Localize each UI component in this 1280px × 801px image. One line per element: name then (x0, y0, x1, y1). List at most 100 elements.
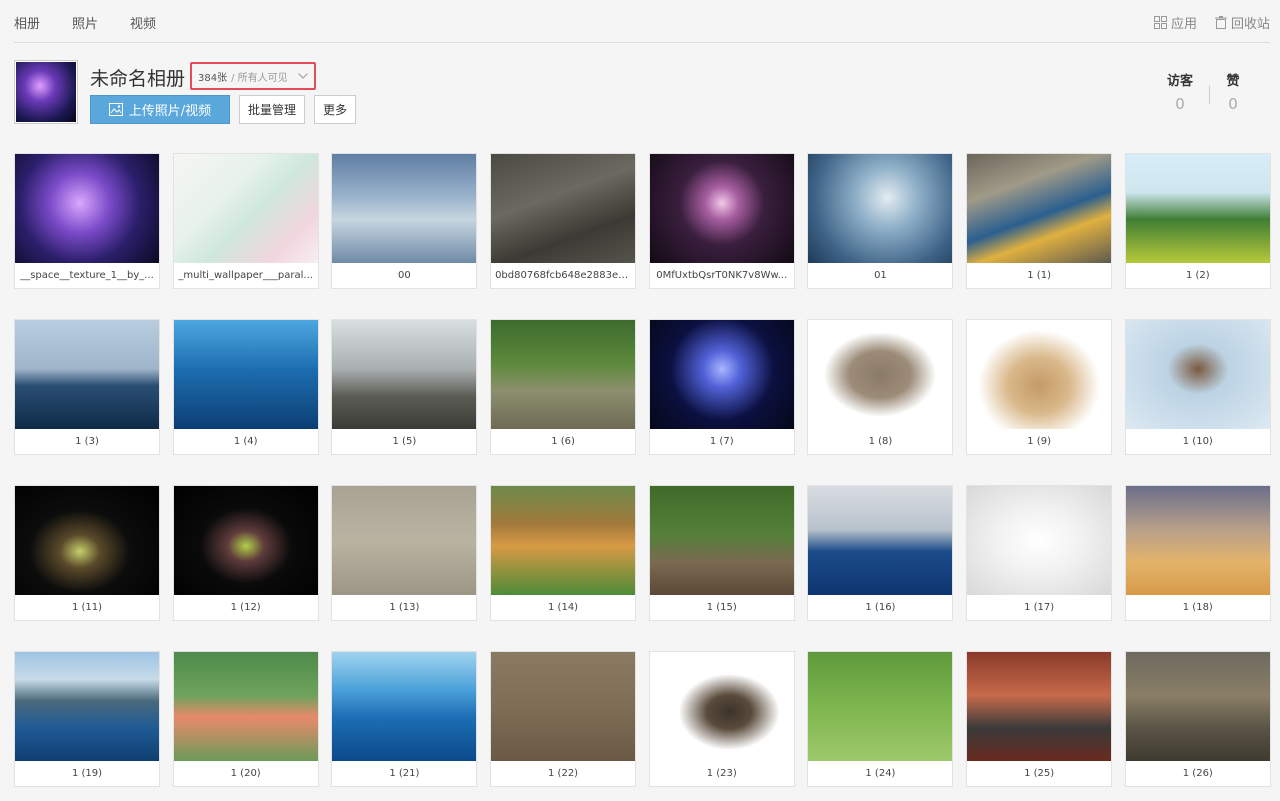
photo-thumbnail[interactable] (15, 154, 159, 263)
apps-button[interactable]: 应用 (1153, 13, 1197, 32)
more-button[interactable]: 更多 (314, 95, 356, 124)
album-header: 未命名相册 384张 / 所有人可见 上传照片/视频 批量管理 更多 访客 0 … (14, 60, 1270, 128)
photo-card[interactable]: 1 (23) (648, 651, 795, 787)
photo-caption: 1 (14) (548, 602, 579, 613)
upload-button[interactable]: 上传照片/视频 (90, 95, 230, 124)
photo-thumbnail[interactable] (332, 320, 477, 429)
photo-caption: 1 (24) (865, 768, 896, 779)
photo-caption: 1 (15) (706, 602, 737, 613)
photo-card[interactable]: 1 (12) (172, 485, 319, 621)
photo-thumbnail[interactable] (967, 652, 1112, 761)
nav-tabs: 相册 照片 视频 (14, 13, 188, 32)
photo-thumbnail[interactable] (332, 652, 477, 761)
photo-thumbnail[interactable] (649, 320, 794, 429)
photo-thumbnail[interactable] (1125, 652, 1270, 761)
photo-thumbnail[interactable] (967, 320, 1112, 429)
photo-card[interactable]: 1 (16) (807, 485, 954, 621)
tab-albums[interactable]: 相册 (14, 13, 40, 32)
photo-card[interactable]: _multi_wallpaper___paral... (172, 153, 319, 289)
photo-thumbnail[interactable] (332, 486, 477, 595)
visibility-label: / 所有人可见 (231, 72, 288, 84)
photo-card[interactable]: 1 (14) (490, 485, 637, 621)
photo-card[interactable]: __space__texture_1__by_... (14, 153, 160, 289)
photo-card[interactable]: 1 (18) (1124, 485, 1271, 621)
photo-caption: 1 (23) (706, 768, 737, 779)
photo-thumbnail[interactable] (1125, 486, 1270, 595)
tab-videos[interactable]: 视频 (130, 13, 156, 32)
photo-thumbnail[interactable] (808, 486, 953, 595)
photo-card[interactable]: 1 (25) (966, 651, 1113, 787)
photo-thumbnail[interactable] (649, 154, 794, 263)
photo-thumbnail[interactable] (173, 320, 318, 429)
likes-count: 0 (1228, 95, 1238, 113)
photo-caption: 1 (9) (1027, 436, 1051, 447)
photo-caption: 1 (18) (1182, 602, 1213, 613)
photo-thumbnail[interactable] (332, 154, 477, 263)
photo-card[interactable]: 1 (3) (14, 319, 160, 455)
photo-caption: 1 (10) (1182, 436, 1213, 447)
trash-button[interactable]: 回收站 (1214, 13, 1270, 32)
photo-card[interactable]: 1 (8) (807, 319, 954, 455)
photo-card[interactable]: 1 (9) (966, 319, 1113, 455)
photo-thumbnail[interactable] (491, 486, 636, 595)
album-cover[interactable] (14, 60, 78, 124)
photo-card[interactable]: 1 (2) (1124, 153, 1271, 289)
photo-thumbnail[interactable] (649, 652, 794, 761)
photo-caption: 1 (3) (75, 436, 99, 447)
apps-label: 应用 (1170, 17, 1197, 32)
batch-manage-button[interactable]: 批量管理 (239, 95, 305, 124)
photo-thumbnail[interactable] (1125, 154, 1270, 263)
photo-caption: 1 (17) (1024, 602, 1055, 613)
photo-card[interactable]: 1 (4) (172, 319, 319, 455)
photo-thumbnail[interactable] (808, 320, 953, 429)
photo-caption: 00 (398, 270, 411, 281)
upload-label: 上传照片/视频 (128, 104, 212, 119)
photo-card[interactable]: 0MfUxtbQsrT0NK7v8Ww... (648, 153, 795, 289)
photo-card[interactable]: 1 (13) (331, 485, 478, 621)
photo-caption: 1 (1) (1027, 270, 1051, 281)
nav-divider (14, 42, 1270, 43)
album-title[interactable]: 未命名相册 (90, 64, 185, 91)
photo-thumbnail[interactable] (491, 652, 636, 761)
photo-card[interactable]: 1 (24) (807, 651, 954, 787)
photo-thumbnail[interactable] (649, 486, 794, 595)
photo-thumbnail[interactable] (491, 320, 636, 429)
photo-thumbnail[interactable] (173, 154, 318, 263)
photo-card[interactable]: 1 (11) (14, 485, 160, 621)
photo-card[interactable]: 1 (26) (1124, 651, 1271, 787)
likes-label: 赞 (1226, 74, 1240, 89)
photo-card[interactable]: 0bd80768fcb648e2883e4... (490, 153, 637, 289)
photo-caption: 1 (2) (1185, 270, 1210, 281)
photo-thumbnail[interactable] (173, 652, 318, 761)
photo-caption: 0bd80768fcb648e2883e4... (495, 270, 635, 281)
photo-thumbnail[interactable] (808, 154, 953, 263)
photo-card[interactable]: 1 (22) (490, 651, 637, 787)
photo-card[interactable]: 1 (10) (1124, 319, 1271, 455)
photo-caption: 1 (8) (868, 436, 893, 447)
photo-card[interactable]: 1 (17) (966, 485, 1113, 621)
photo-thumbnail[interactable] (173, 486, 318, 595)
photo-card[interactable]: 1 (1) (966, 153, 1113, 289)
photo-thumbnail[interactable] (967, 154, 1112, 263)
photo-thumbnail[interactable] (1125, 320, 1270, 429)
album-meta-dropdown[interactable]: 384张 / 所有人可见 (190, 62, 316, 90)
photo-card[interactable]: 1 (20) (172, 651, 319, 787)
photo-thumbnail[interactable] (808, 652, 953, 761)
photo-thumbnail[interactable] (491, 154, 636, 263)
photo-card[interactable]: 1 (7) (648, 319, 795, 455)
photo-thumbnail[interactable] (15, 486, 159, 595)
visitors-stat: 访客 0 (1151, 70, 1209, 113)
photo-card[interactable]: 1 (5) (331, 319, 478, 455)
photo-card[interactable]: 00 (331, 153, 478, 289)
visitors-count: 0 (1175, 95, 1185, 113)
tab-photos[interactable]: 照片 (72, 13, 98, 32)
photo-thumbnail[interactable] (15, 320, 159, 429)
photo-card[interactable]: 1 (6) (490, 319, 637, 455)
photo-card[interactable]: 01 (807, 153, 954, 289)
grid-icon (1153, 16, 1167, 29)
photo-card[interactable]: 1 (21) (331, 651, 478, 787)
photo-thumbnail[interactable] (15, 652, 159, 761)
photo-card[interactable]: 1 (19) (14, 651, 160, 787)
photo-thumbnail[interactable] (967, 486, 1112, 595)
photo-card[interactable]: 1 (15) (648, 485, 795, 621)
